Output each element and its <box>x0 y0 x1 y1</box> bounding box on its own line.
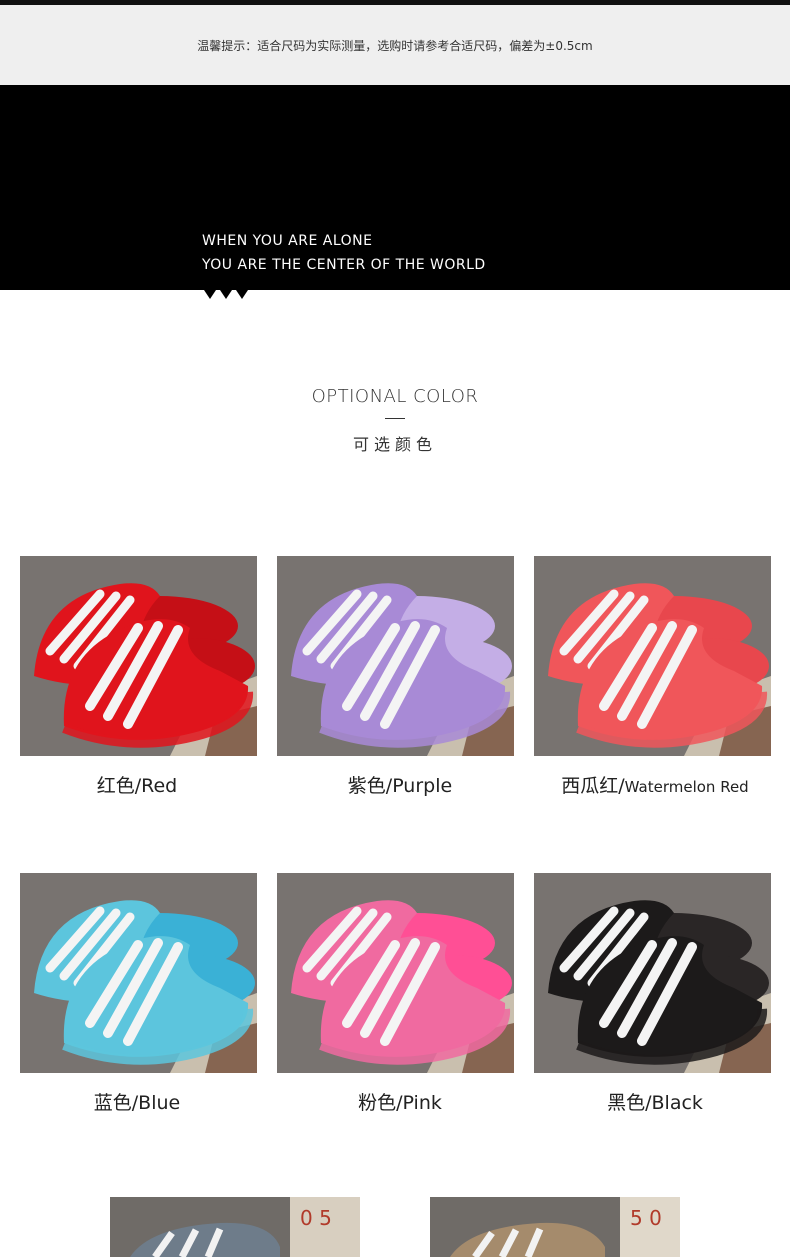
slogan-banner: WHEN YOU ARE ALONE YOU ARE THE CENTER OF… <box>0 85 790 290</box>
color-caption: 黑色/Black <box>525 1088 785 1115</box>
slogan-line-1: WHEN YOU ARE ALONE <box>202 233 373 249</box>
color-caption: 西瓜红/Watermelon Red <box>525 771 785 798</box>
color-name-cn: 西瓜红/ <box>561 775 625 797</box>
product-photo <box>20 556 257 756</box>
size-notice-text: 温馨提示：适合尺码为实际测量，选购时请参考合适尺码，偏差为±0.5cm <box>197 38 593 53</box>
partial-product-photo-2: 5 0 <box>430 1197 680 1257</box>
color-caption: 蓝色/Blue <box>7 1088 267 1115</box>
color-name-cn: 黑色/ <box>607 1092 652 1114</box>
color-name-cn: 红色/ <box>96 775 142 797</box>
product-photo <box>277 556 514 756</box>
color-caption: 红色/Red <box>7 771 267 798</box>
color-name-en: Purple <box>392 775 453 797</box>
product-photo <box>20 873 257 1073</box>
product-photo <box>534 873 771 1073</box>
partial-product-photo-1: 0 5 <box>110 1197 360 1257</box>
color-caption: 粉色/Pink <box>270 1088 530 1115</box>
size-notice: 温馨提示：适合尺码为实际测量，选购时请参考合适尺码，偏差为±0.5cm <box>0 5 790 85</box>
color-name-en: Red <box>141 775 178 797</box>
svg-text:5 0: 5 0 <box>630 1206 662 1230</box>
color-name-cn: 粉色/ <box>358 1092 403 1114</box>
banner-triangles-decoration <box>204 290 248 299</box>
product-photo <box>534 556 771 756</box>
section-subtitle: 可选颜色 <box>352 435 437 454</box>
color-name-en: Blue <box>138 1092 181 1114</box>
slogan-line-2: YOU ARE THE CENTER OF THE WORLD <box>202 257 486 273</box>
color-name-cn: 紫色/ <box>347 775 393 797</box>
section-divider <box>385 418 405 419</box>
color-caption: 紫色/Purple <box>270 771 530 798</box>
color-name-en: Watermelon Red <box>624 778 749 796</box>
svg-text:0 5: 0 5 <box>300 1206 332 1230</box>
section-title: OPTIONAL COLOR <box>311 386 479 407</box>
color-name-cn: 蓝色/ <box>93 1092 139 1114</box>
product-photo <box>277 873 514 1073</box>
color-name-en: Pink <box>402 1092 442 1114</box>
color-name-en: Black <box>651 1092 703 1114</box>
